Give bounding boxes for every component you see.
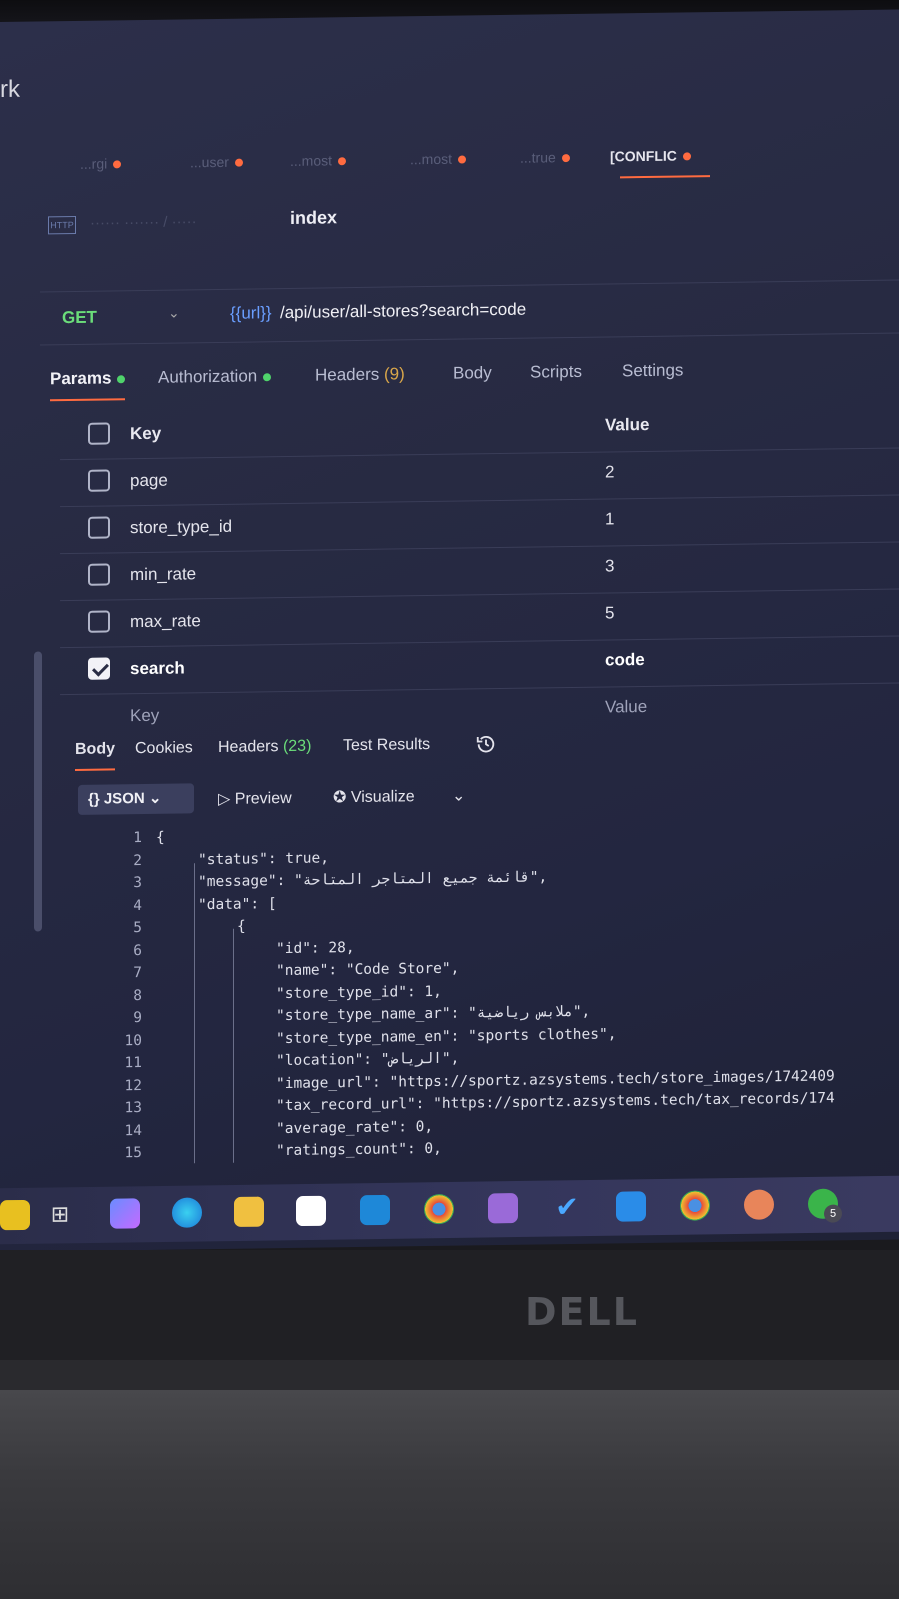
- window-title-fragment: rk: [0, 75, 20, 103]
- param-value[interactable]: code: [605, 650, 645, 671]
- unsaved-dot-icon: [338, 157, 347, 166]
- param-key[interactable]: search: [130, 658, 185, 679]
- tab-test-results[interactable]: Test Results: [343, 736, 430, 755]
- screen: rk ...rgi ...user ...most ...most ...tru…: [0, 9, 899, 1252]
- visual-studio-icon[interactable]: [488, 1193, 518, 1224]
- active-dot-icon: [263, 372, 272, 381]
- param-checkbox[interactable]: [88, 469, 110, 492]
- chevron-down-icon[interactable]: ⌄: [168, 304, 180, 321]
- tab-scripts[interactable]: Scripts: [530, 362, 582, 383]
- unsaved-dot-icon: [561, 154, 570, 163]
- tab-settings[interactable]: Settings: [622, 360, 683, 381]
- url-input[interactable]: /api/user/all-stores?search=code: [280, 300, 526, 323]
- laptop-hinge: [0, 1360, 899, 1390]
- tab-params[interactable]: Params: [50, 368, 126, 389]
- active-tab-indicator: [50, 398, 125, 402]
- play-icon: ▷: [218, 790, 231, 808]
- unsaved-dot-icon: [113, 160, 122, 169]
- request-name[interactable]: index: [290, 207, 337, 229]
- active-tab-indicator: [620, 175, 710, 179]
- param-checkbox[interactable]: [88, 610, 110, 633]
- store-icon[interactable]: [296, 1195, 326, 1227]
- laptop-bezel: [0, 1250, 899, 1370]
- outlook-icon[interactable]: [360, 1194, 390, 1226]
- visualize-button[interactable]: ✪ Visualize: [333, 786, 415, 807]
- param-checkbox[interactable]: [88, 563, 110, 586]
- request-tabs-bar: ...rgi ...user ...most ...most ...true […: [40, 124, 899, 196]
- chevron-down-icon: ⌄: [148, 789, 162, 807]
- notification-badge: 5: [824, 1204, 842, 1223]
- vscode-icon[interactable]: [616, 1191, 646, 1222]
- key-column-header: Key: [130, 423, 162, 444]
- request-config-tabs: Params Authorization Headers (9) Body Sc…: [50, 347, 899, 402]
- method-select[interactable]: GET: [62, 308, 97, 328]
- http-icon: HTTP: [48, 215, 76, 235]
- brand-logo: DELL: [525, 1290, 639, 1334]
- unsaved-dot-icon: [234, 158, 243, 168]
- param-value[interactable]: 5: [605, 603, 614, 623]
- active-dot-icon: [117, 374, 126, 383]
- chrome-profile-icon[interactable]: [680, 1190, 710, 1221]
- request-tab[interactable]: ...true: [520, 149, 570, 166]
- unsaved-dot-icon: [682, 152, 691, 161]
- tab-cookies[interactable]: Cookies: [135, 739, 193, 758]
- tab-response-headers[interactable]: Headers (23): [218, 738, 311, 757]
- url-bar: GET ⌄ {{url}} /api/user/all-stores?searc…: [40, 279, 899, 346]
- param-value[interactable]: 3: [605, 556, 614, 576]
- param-value[interactable]: 1: [605, 509, 614, 529]
- laptop-base: [0, 1390, 899, 1599]
- widgets-icon[interactable]: [0, 1199, 30, 1231]
- task-view-icon[interactable]: ⊞: [45, 1199, 75, 1229]
- param-checkbox[interactable]: [88, 516, 110, 539]
- active-tab-indicator: [75, 768, 115, 771]
- file-explorer-icon[interactable]: [234, 1196, 264, 1228]
- format-select[interactable]: {} JSON ⌄: [78, 783, 194, 815]
- param-key[interactable]: max_rate: [130, 611, 201, 632]
- scrollbar[interactable]: [34, 651, 42, 932]
- param-value[interactable]: 2: [605, 462, 614, 482]
- request-tab[interactable]: ...most: [290, 152, 347, 169]
- response-toolbar: {} JSON ⌄ ▷ Preview ✪ Visualize ⌄: [78, 771, 898, 818]
- breadcrumb[interactable]: ······ ······· / ·····: [90, 213, 197, 231]
- whatsapp-icon[interactable]: 5: [808, 1188, 842, 1223]
- tab-response-body[interactable]: Body: [75, 740, 115, 759]
- todo-icon[interactable]: ✔: [552, 1191, 582, 1222]
- request-tab[interactable]: ...most: [410, 150, 467, 167]
- params-table: Key Value page 2 store_type_id 1 min_rat…: [60, 401, 899, 741]
- history-icon[interactable]: [475, 733, 497, 755]
- select-all-checkbox[interactable]: [88, 422, 110, 445]
- new-value-input[interactable]: Value: [605, 697, 647, 718]
- param-key[interactable]: min_rate: [130, 564, 196, 585]
- copilot-icon[interactable]: [110, 1198, 140, 1229]
- tab-headers[interactable]: Headers (9): [315, 364, 405, 385]
- tab-body[interactable]: Body: [453, 363, 492, 384]
- new-key-input[interactable]: Key: [130, 706, 159, 726]
- request-tab[interactable]: ...user: [190, 154, 243, 170]
- edge-icon[interactable]: [172, 1197, 202, 1228]
- param-key[interactable]: store_type_id: [130, 517, 232, 538]
- param-key[interactable]: page: [130, 471, 168, 492]
- preview-button[interactable]: ▷ Preview: [218, 788, 292, 809]
- visualize-icon: ✪: [333, 789, 347, 807]
- request-tab[interactable]: ...rgi: [80, 155, 122, 172]
- request-tab-active[interactable]: [CONFLIC: [610, 147, 691, 164]
- url-variable[interactable]: {{url}}: [230, 303, 272, 324]
- param-checkbox-checked[interactable]: [88, 657, 110, 680]
- value-column-header: Value: [605, 414, 650, 435]
- visualize-chevron-down-icon[interactable]: ⌄: [452, 786, 465, 806]
- unsaved-dot-icon: [458, 155, 467, 164]
- postman-icon[interactable]: [744, 1189, 774, 1220]
- tab-authorization[interactable]: Authorization: [158, 366, 272, 388]
- chrome-icon[interactable]: [424, 1193, 454, 1225]
- response-body-editor[interactable]: 1{ 2 "status": true, 3 "message": "قائمة ج…: [90, 819, 899, 1168]
